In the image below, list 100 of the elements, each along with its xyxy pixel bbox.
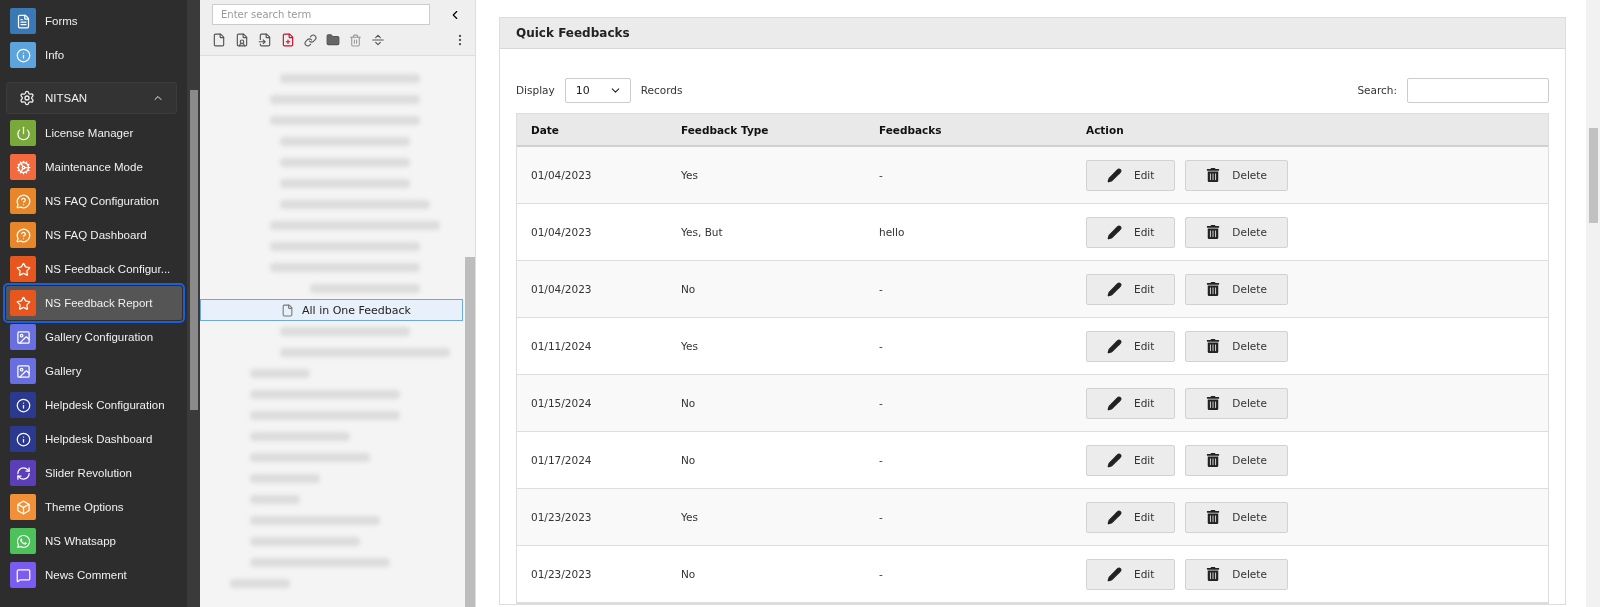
module-label: Helpdesk Configuration <box>45 399 165 411</box>
edit-button[interactable]: Edit <box>1086 558 1176 590</box>
separator-icon[interactable] <box>371 33 385 47</box>
module-menu-item[interactable]: License Manager <box>6 116 182 150</box>
table-cell-text: 01/15/2024 <box>531 397 593 409</box>
search-field[interactable] <box>1407 77 1549 103</box>
link-icon[interactable] <box>304 33 317 47</box>
module-label: NS Feedback Configur... <box>45 263 171 275</box>
edit-button[interactable]: Edit <box>1086 387 1176 419</box>
module-menu-item[interactable]: Forms <box>6 4 182 38</box>
pencil-icon <box>1107 395 1122 411</box>
delete-button[interactable]: Delete <box>1185 558 1288 590</box>
module-label: Forms <box>45 15 78 27</box>
column-header[interactable]: Feedbacks <box>879 123 1086 136</box>
table-cell-text: No <box>681 397 697 409</box>
scrollbar-thumb[interactable] <box>465 257 475 607</box>
module-glyph-icon <box>15 533 31 549</box>
trash-icon <box>1206 339 1221 353</box>
module-label: NS Whatsapp <box>45 535 116 547</box>
delete-button[interactable]: Delete <box>1185 330 1288 362</box>
table-cell-text: 01/04/2023 <box>531 169 593 181</box>
module-menu-item[interactable]: Helpdesk Dashboard <box>6 422 182 456</box>
module-label: Gallery Configuration <box>45 331 154 343</box>
table-cell-text: 01/04/2023 <box>531 283 593 295</box>
module-glyph-icon <box>15 295 31 311</box>
module-menu-item[interactable]: News Comment <box>6 558 182 592</box>
edit-button[interactable]: Edit <box>1086 444 1176 476</box>
table-cell-text: - <box>879 511 884 523</box>
module-menu-item[interactable]: Gallery Configuration <box>6 320 182 354</box>
tree-item-label: All in One Feedback <box>302 303 411 317</box>
settings-icon <box>19 90 35 106</box>
module-label: NS Feedback Report <box>45 297 153 309</box>
table-cell-text: No <box>681 568 697 580</box>
pencil-icon <box>1107 509 1122 525</box>
module-menu-item[interactable]: NS Feedback Report <box>6 286 182 320</box>
table-cell-text: Yes <box>681 340 699 352</box>
module-glyph-icon <box>15 465 31 481</box>
module-menu-item[interactable]: Info <box>6 38 182 72</box>
delete-button[interactable]: Delete <box>1185 387 1288 419</box>
table-cell-text: No <box>681 454 697 466</box>
edit-button[interactable]: Edit <box>1086 330 1176 362</box>
table-cell-text: 01/23/2023 <box>531 511 593 523</box>
folder-icon[interactable] <box>326 33 340 47</box>
scrollbar-thumb[interactable] <box>189 90 198 410</box>
new-page-icon[interactable] <box>212 33 226 47</box>
page-icon <box>281 303 294 317</box>
table-cell-text: No <box>681 283 697 295</box>
column-header[interactable]: Date <box>531 123 681 136</box>
module-label: Theme Options <box>45 501 124 513</box>
search-field[interactable]: Enter search term <box>212 4 430 25</box>
module-glyph-icon <box>15 397 31 413</box>
module-glyph-icon <box>15 13 31 29</box>
delete-button[interactable]: Delete <box>1185 216 1288 248</box>
column-header[interactable]: Action <box>1086 123 1548 136</box>
module-group-header[interactable]: NITSAN <box>6 82 177 114</box>
edit-button[interactable]: Edit <box>1086 216 1176 248</box>
pencil-icon <box>1107 452 1122 468</box>
column-header[interactable]: Feedback Type <box>681 123 879 136</box>
trash-icon <box>1206 168 1221 182</box>
group-label: NITSAN <box>45 92 88 104</box>
page-user-icon[interactable] <box>235 33 249 47</box>
search-label: Search: <box>1357 84 1397 96</box>
page-size-select[interactable]: 10 <box>564 77 631 103</box>
edit-button[interactable]: Edit <box>1086 273 1176 305</box>
page-arrow-icon[interactable] <box>258 33 272 47</box>
trash-icon <box>1206 567 1221 581</box>
module-label: NS FAQ Configuration <box>45 195 159 207</box>
module-menu-item[interactable]: NS Whatsapp <box>6 524 182 558</box>
table-cell-text: Yes <box>681 169 699 181</box>
module-menu-item[interactable]: NS FAQ Dashboard <box>6 218 182 252</box>
module-menu-item[interactable]: Theme Options <box>6 490 182 524</box>
edit-button[interactable]: Edit <box>1086 501 1176 533</box>
module-menu-item[interactable]: Slider Revolution <box>6 456 182 490</box>
delete-button[interactable]: Delete <box>1185 159 1288 191</box>
delete-button[interactable]: Delete <box>1185 444 1288 476</box>
module-menu-item[interactable]: Maintenance Mode <box>6 150 182 184</box>
trash-icon <box>1206 282 1221 296</box>
edit-button[interactable]: Edit <box>1086 159 1176 191</box>
trash-icon <box>1206 225 1221 239</box>
module-menu-item[interactable]: NS Feedback Configur... <box>6 252 182 286</box>
delete-button[interactable]: Delete <box>1185 501 1288 533</box>
module-glyph-icon <box>15 47 31 63</box>
module-menu-item[interactable]: NS FAQ Configuration <box>6 184 182 218</box>
tree-item[interactable]: All in One Feedback <box>200 299 463 321</box>
module-glyph-icon <box>15 363 31 379</box>
module-menu-item[interactable]: Helpdesk Configuration <box>6 388 182 422</box>
table-cell-text: - <box>879 169 884 181</box>
module-glyph-icon <box>15 193 31 209</box>
scrollbar-thumb[interactable] <box>1588 128 1598 223</box>
pencil-icon <box>1107 167 1122 183</box>
module-glyph-icon <box>15 329 31 345</box>
page-plus-icon[interactable] <box>281 33 295 47</box>
module-label: Info <box>45 49 65 61</box>
delete-button[interactable]: Delete <box>1185 273 1288 305</box>
module-menu-item[interactable]: Gallery <box>6 354 182 388</box>
panel-title: Quick Feedbacks <box>500 18 1565 49</box>
display-label: Display <box>516 84 555 96</box>
records-label: Records <box>640 84 683 96</box>
module-glyph-icon <box>15 227 31 243</box>
module-label: Slider Revolution <box>45 467 132 479</box>
